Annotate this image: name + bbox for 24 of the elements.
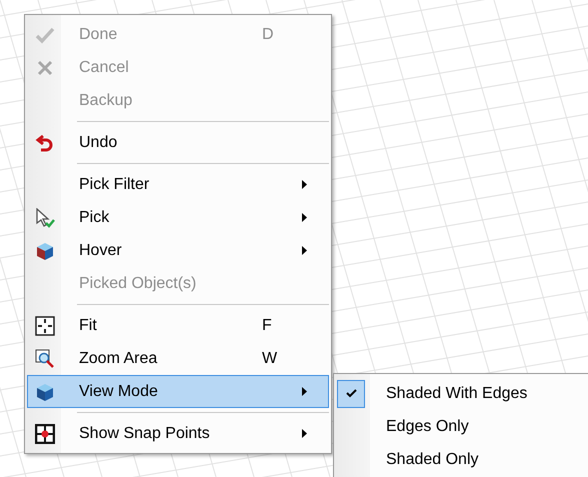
menu-item[interactable]: Zoom Area W	[27, 342, 329, 375]
menu-item[interactable]: Undo	[27, 126, 329, 159]
fit-icon	[35, 316, 55, 336]
submenu-arrow-icon	[302, 387, 307, 396]
undo-icon	[35, 132, 55, 152]
menu-item[interactable]: Hover	[27, 234, 329, 267]
menu-item[interactable]: Pick	[27, 201, 329, 234]
submenu-arrow-icon	[302, 213, 307, 222]
menu-item[interactable]: Edges Only	[337, 410, 588, 443]
menu-item[interactable]: Show Snap Points	[27, 417, 329, 450]
snap-points-icon	[35, 424, 55, 444]
menu-item[interactable]: Shaded Only	[337, 443, 588, 476]
cursor-icon	[35, 208, 55, 228]
menu-item[interactable]: View Mode	[27, 375, 329, 408]
menu-item[interactable]: Fit F	[27, 309, 329, 342]
menu-item[interactable]: Pick Filter	[27, 168, 329, 201]
cube-icon	[35, 382, 55, 402]
submenu-arrow-icon	[302, 246, 307, 255]
zoom-icon	[35, 348, 55, 368]
check-icon	[346, 389, 356, 398]
cube-icon	[35, 240, 55, 260]
menu-item[interactable]: Shaded With Edges	[337, 377, 588, 410]
submenu-arrow-icon	[302, 429, 307, 438]
submenu-arrow-icon	[302, 180, 307, 189]
